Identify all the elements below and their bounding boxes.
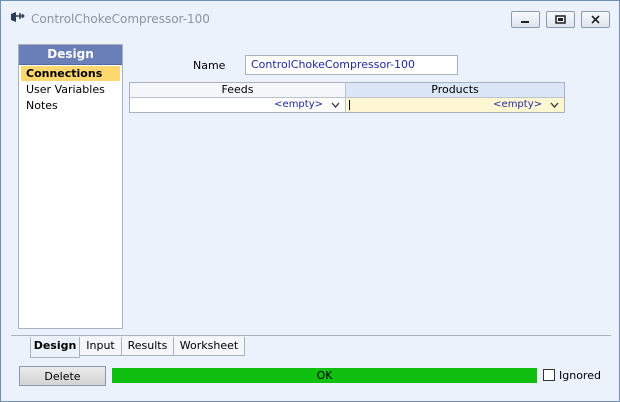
close-icon bbox=[591, 15, 600, 24]
chevron-down-icon[interactable] bbox=[550, 102, 559, 108]
restore-button[interactable] bbox=[546, 11, 575, 28]
compressor-window: ControlChokeCompressor-100 Design Connec… bbox=[0, 0, 620, 402]
ignored-checkbox[interactable] bbox=[543, 369, 555, 381]
minimize-icon bbox=[521, 21, 529, 23]
name-input[interactable]: ControlChokeCompressor-100 bbox=[245, 55, 458, 75]
title-bar[interactable]: ControlChokeCompressor-100 bbox=[1, 1, 619, 35]
delete-button[interactable]: Delete bbox=[19, 366, 106, 386]
feeds-value: <empty> bbox=[274, 99, 323, 110]
restore-icon bbox=[555, 15, 566, 24]
window-client-area: Design Connections User Variables Notes … bbox=[1, 35, 619, 401]
feeds-dropdown[interactable]: <empty> bbox=[130, 98, 346, 112]
design-navigator: Design Connections User Variables Notes bbox=[18, 44, 123, 329]
products-dropdown[interactable]: <empty> bbox=[346, 98, 564, 112]
nav-item-user-variables[interactable]: User Variables bbox=[21, 82, 120, 97]
tab-design[interactable]: Design bbox=[30, 337, 80, 358]
ignored-label: Ignored bbox=[559, 369, 601, 382]
nav-header: Design bbox=[19, 45, 122, 65]
nav-item-connections[interactable]: Connections bbox=[21, 66, 120, 81]
tab-worksheet[interactable]: Worksheet bbox=[173, 337, 245, 356]
tabs-divider bbox=[11, 335, 611, 336]
products-header: Products bbox=[346, 83, 564, 98]
name-label: Name bbox=[193, 59, 226, 72]
nav-item-notes[interactable]: Notes bbox=[21, 98, 120, 113]
window-title: ControlChokeCompressor-100 bbox=[31, 12, 210, 26]
status-bar: OK bbox=[112, 368, 537, 383]
minimize-button[interactable] bbox=[511, 11, 540, 28]
tab-results[interactable]: Results bbox=[121, 337, 174, 356]
products-value: <empty> bbox=[493, 99, 542, 110]
text-caret bbox=[349, 100, 350, 110]
chevron-down-icon[interactable] bbox=[331, 102, 340, 108]
close-button[interactable] bbox=[581, 11, 610, 28]
feeds-header: Feeds bbox=[130, 83, 346, 98]
compressor-icon bbox=[10, 11, 25, 23]
connections-table: Feeds Products <empty> <empty> bbox=[129, 82, 565, 113]
tab-input[interactable]: Input bbox=[79, 337, 122, 356]
